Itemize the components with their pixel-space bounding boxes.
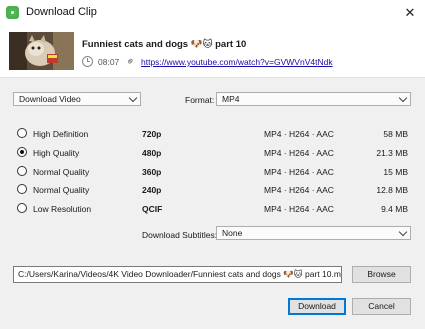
quality-size: 12.8 MB <box>376 185 408 195</box>
quality-format: MP4 · H264 · AAC <box>264 167 334 177</box>
save-path-field[interactable]: C:/Users/Karina/Videos/4K Video Download… <box>13 266 342 283</box>
clock-icon <box>82 56 93 67</box>
video-info-header: Funniest cats and dogs 🐶🐱 part 10 08:07 … <box>0 26 425 78</box>
quality-size: 15 MB <box>383 167 408 177</box>
link-icon: ⚭ <box>123 54 139 70</box>
quality-resolution: 240p <box>142 185 162 195</box>
download-type-value: Download Video <box>19 94 81 104</box>
quality-radio-qcif[interactable] <box>17 203 27 213</box>
quality-resolution: 480p <box>142 148 162 158</box>
quality-format: MP4 · H264 · AAC <box>264 204 334 214</box>
quality-name: Normal Quality <box>33 185 90 195</box>
quality-resolution: 720p <box>142 129 162 139</box>
format-select[interactable]: MP4 <box>216 92 411 106</box>
quality-size: 9.4 MB <box>381 204 408 214</box>
quality-radio-720p[interactable] <box>17 128 27 138</box>
format-label: Format: <box>185 95 215 105</box>
download-button[interactable]: Download <box>288 298 346 315</box>
cancel-button[interactable]: Cancel <box>352 298 411 315</box>
chevron-down-icon <box>128 93 138 103</box>
quality-format: MP4 · H264 · AAC <box>264 185 334 195</box>
window-title: Download Clip <box>26 6 97 18</box>
format-value: MP4 <box>222 94 240 104</box>
chevron-down-icon <box>398 93 408 103</box>
quality-radio-480p[interactable] <box>17 147 27 157</box>
subtitles-label: Download Subtitles: <box>142 230 218 240</box>
quality-format: MP4 · H264 · AAC <box>264 148 334 158</box>
close-icon[interactable]: ✕ <box>395 0 425 26</box>
video-url-link[interactable]: https://www.youtube.com/watch?v=GVWVnV4t… <box>141 57 333 67</box>
quality-format: MP4 · H264 · AAC <box>264 129 334 139</box>
quality-name: High Quality <box>33 148 80 158</box>
quality-resolution: QCIF <box>142 204 163 214</box>
video-thumbnail <box>9 32 74 70</box>
quality-name: Normal Quality <box>33 167 90 177</box>
quality-size: 58 MB <box>383 129 408 139</box>
subtitles-value: None <box>222 228 243 238</box>
quality-size: 21.3 MB <box>376 148 408 158</box>
chevron-down-icon <box>398 227 408 237</box>
download-type-select[interactable]: Download Video <box>13 92 141 106</box>
title-bar: Download Clip ✕ <box>0 0 425 26</box>
quality-name: Low Resolution <box>33 204 92 214</box>
quality-radio-360p[interactable] <box>17 166 27 176</box>
app-logo-icon <box>6 6 19 19</box>
quality-resolution: 360p <box>142 167 162 177</box>
quality-radio-240p[interactable] <box>17 184 27 194</box>
quality-name: High Definition <box>33 129 89 139</box>
subtitles-select[interactable]: None <box>216 226 411 240</box>
video-duration: 08:07 <box>98 57 120 67</box>
browse-button[interactable]: Browse <box>352 266 411 283</box>
video-title: Funniest cats and dogs 🐶🐱 part 10 <box>82 39 247 50</box>
